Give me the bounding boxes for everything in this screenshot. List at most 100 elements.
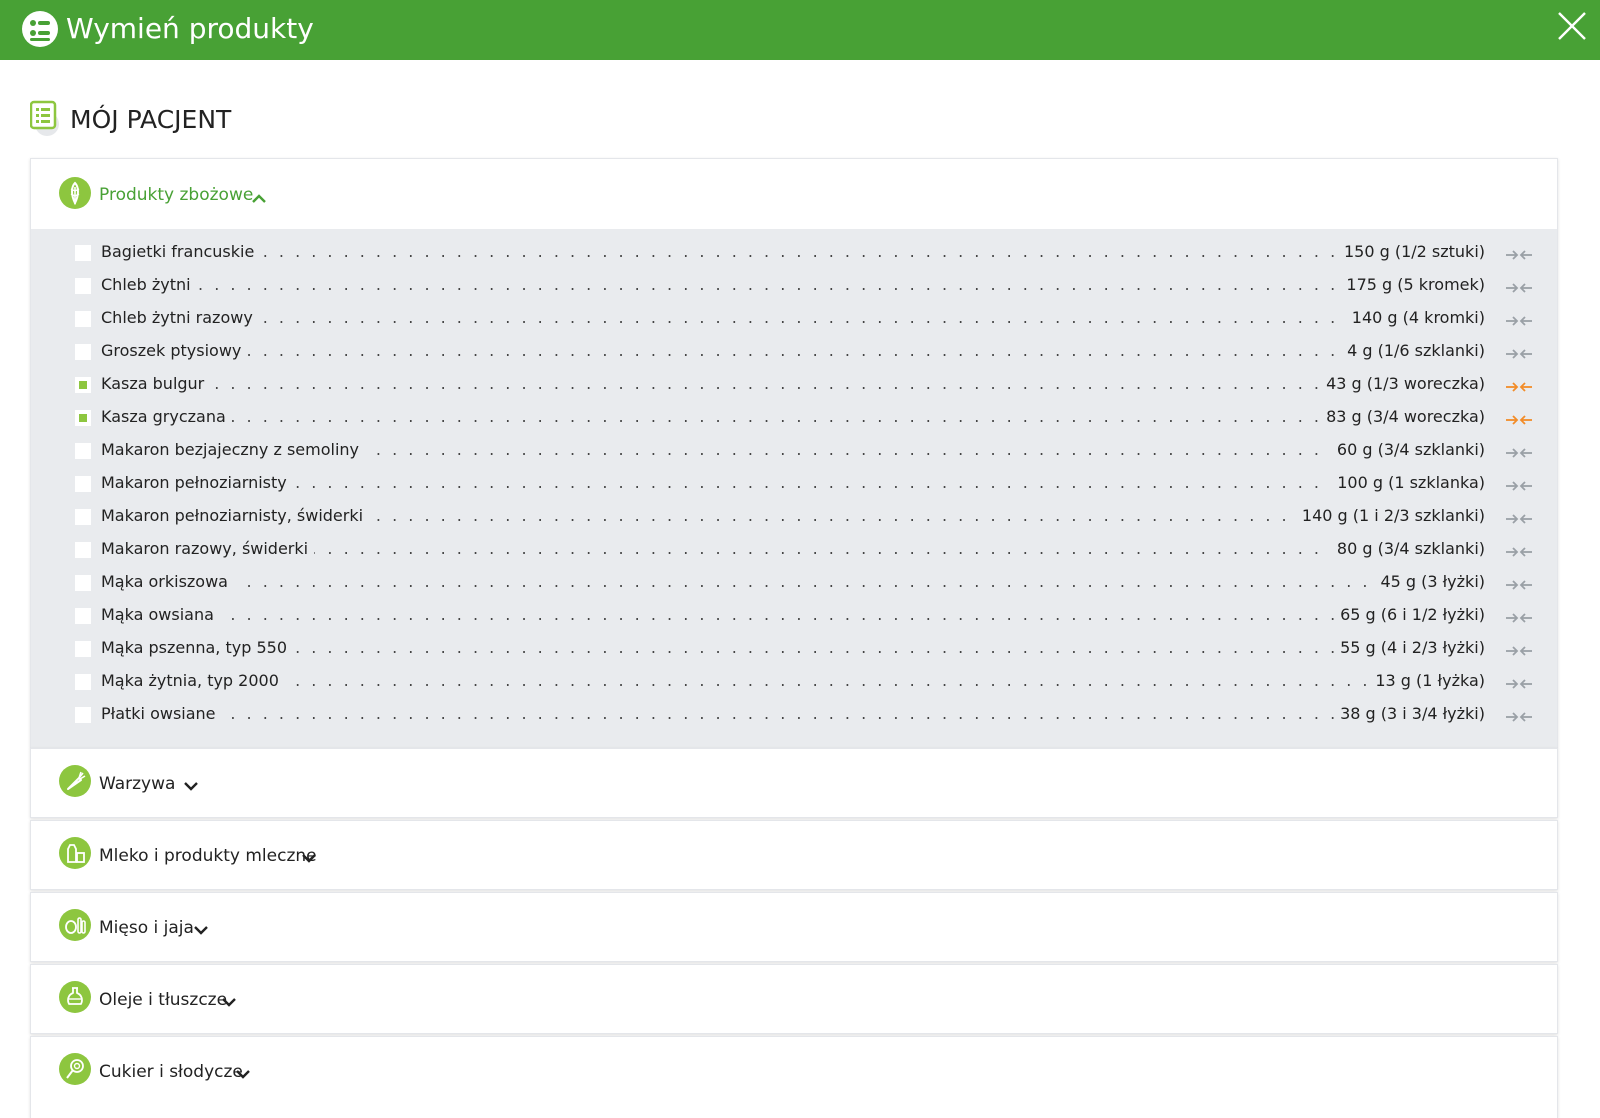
product-quantity: 45 g (3 łyżki) xyxy=(1374,571,1485,593)
modal-title: Wymień produkty xyxy=(66,12,314,45)
swap-arrows-icon[interactable] xyxy=(1505,544,1533,558)
swap-arrows-icon[interactable] xyxy=(1505,346,1533,360)
product-quantity: 4 g (1/6 szklanki) xyxy=(1341,340,1485,362)
product-quantity: 65 g (6 i 1/2 łyżki) xyxy=(1334,604,1485,626)
product-checkbox[interactable] xyxy=(75,245,91,261)
product-checkbox[interactable] xyxy=(75,608,91,624)
product-quantity: 55 g (4 i 2/3 łyżki) xyxy=(1334,637,1485,659)
product-checkbox[interactable] xyxy=(75,674,91,690)
swap-arrows-icon[interactable] xyxy=(1505,577,1533,591)
category-label: Oleje i tłuszcze xyxy=(99,990,228,1010)
swap-arrows-icon[interactable] xyxy=(1505,511,1533,525)
dotted-leader: . . . . . . . . . . . . . . . . . . . . … xyxy=(101,639,1485,657)
carrot-icon xyxy=(59,765,91,797)
category-label: Mleko i produkty mleczne xyxy=(99,846,317,866)
meat-icon xyxy=(59,909,91,941)
product-row: . . . . . . . . . . . . . . . . . . . . … xyxy=(31,699,1557,732)
product-name: Kasza bulgur xyxy=(101,373,211,395)
swap-arrows-icon[interactable] xyxy=(1505,412,1533,426)
product-checkbox[interactable] xyxy=(75,542,91,558)
product-checkbox[interactable] xyxy=(75,311,91,327)
product-row: . . . . . . . . . . . . . . . . . . . . … xyxy=(31,435,1557,468)
dotted-leader: . . . . . . . . . . . . . . . . . . . . … xyxy=(101,408,1485,426)
chevron-down-icon[interactable] xyxy=(301,849,317,863)
product-name: Groszek ptysiowy xyxy=(101,340,248,362)
category-toggle-meat[interactable]: Mięso i jaja xyxy=(31,893,1557,963)
product-quantity: 60 g (3/4 szklanki) xyxy=(1330,439,1485,461)
swap-arrows-icon[interactable] xyxy=(1505,247,1533,261)
product-quantity: 83 g (3/4 woreczka) xyxy=(1320,406,1485,428)
product-row: . . . . . . . . . . . . . . . . . . . . … xyxy=(31,468,1557,501)
category-panel-sweets: Cukier i słodycze xyxy=(30,1036,1558,1118)
swap-arrows-icon[interactable] xyxy=(1505,643,1533,657)
category-panel-meat: Mięso i jaja xyxy=(30,892,1558,962)
category-label: Mięso i jaja xyxy=(99,918,194,938)
product-quantity: 150 g (1/2 sztuki) xyxy=(1337,241,1485,263)
product-name: Makaron pełnoziarnisty xyxy=(101,472,293,494)
swap-arrows-icon[interactable] xyxy=(1505,445,1533,459)
product-checkbox[interactable] xyxy=(75,641,91,657)
product-name: Mąka owsiana xyxy=(101,604,220,626)
product-name: Kasza gryczana xyxy=(101,406,232,428)
product-checkbox[interactable] xyxy=(75,410,91,426)
product-quantity: 38 g (3 i 3/4 łyżki) xyxy=(1334,703,1485,725)
swap-arrows-icon[interactable] xyxy=(1505,709,1533,723)
product-quantity: 140 g (1 i 2/3 szklanki) xyxy=(1295,505,1485,527)
dotted-leader: . . . . . . . . . . . . . . . . . . . . … xyxy=(101,474,1485,492)
category-toggle-dairy[interactable]: Mleko i produkty mleczne xyxy=(31,821,1557,891)
swap-arrows-icon[interactable] xyxy=(1505,313,1533,327)
product-name: Chleb żytni xyxy=(101,274,197,296)
product-checkbox[interactable] xyxy=(75,509,91,525)
dotted-leader: . . . . . . . . . . . . . . . . . . . . … xyxy=(101,375,1485,393)
product-row: . . . . . . . . . . . . . . . . . . . . … xyxy=(31,534,1557,567)
product-quantity: 100 g (1 szklanka) xyxy=(1331,472,1485,494)
product-checkbox[interactable] xyxy=(75,377,91,393)
dotted-leader: . . . . . . . . . . . . . . . . . . . . … xyxy=(101,309,1485,327)
category-toggle-oils[interactable]: Oleje i tłuszcze xyxy=(31,965,1557,1035)
swap-arrows-icon[interactable] xyxy=(1505,280,1533,294)
product-row: . . . . . . . . . . . . . . . . . . . . … xyxy=(31,270,1557,303)
product-row: . . . . . . . . . . . . . . . . . . . . … xyxy=(31,336,1557,369)
list-swap-icon xyxy=(22,11,58,47)
category-label: Cukier i słodycze xyxy=(99,1062,243,1082)
swap-arrows-icon[interactable] xyxy=(1505,676,1533,690)
product-checkbox[interactable] xyxy=(75,344,91,360)
product-quantity: 175 g (5 kromek) xyxy=(1340,274,1485,296)
category-toggle-grains[interactable]: Produkty zbożowe xyxy=(31,159,1557,229)
chevron-down-icon[interactable] xyxy=(193,921,209,935)
chevron-down-icon[interactable] xyxy=(183,777,199,791)
chevron-up-icon[interactable] xyxy=(251,189,267,203)
product-name: Makaron razowy, świderki xyxy=(101,538,315,560)
product-checkbox[interactable] xyxy=(75,575,91,591)
product-list: . . . . . . . . . . . . . . . . . . . . … xyxy=(31,229,1557,751)
product-checkbox[interactable] xyxy=(75,476,91,492)
milk-icon xyxy=(59,837,91,869)
patient-card-icon xyxy=(29,100,64,138)
product-row: . . . . . . . . . . . . . . . . . . . . … xyxy=(31,600,1557,633)
dotted-leader: . . . . . . . . . . . . . . . . . . . . … xyxy=(101,342,1485,360)
product-name: Mąka orkiszowa xyxy=(101,571,234,593)
category-label: Produkty zbożowe xyxy=(99,185,254,205)
swap-arrows-icon[interactable] xyxy=(1505,379,1533,393)
chevron-down-icon[interactable] xyxy=(235,1065,251,1079)
close-icon[interactable] xyxy=(1556,10,1588,42)
product-row: . . . . . . . . . . . . . . . . . . . . … xyxy=(31,633,1557,666)
product-checkbox[interactable] xyxy=(75,278,91,294)
product-quantity: 13 g (1 łyżka) xyxy=(1369,670,1485,692)
swap-arrows-icon[interactable] xyxy=(1505,478,1533,492)
dotted-leader: . . . . . . . . . . . . . . . . . . . . … xyxy=(101,243,1485,261)
swap-arrows-icon[interactable] xyxy=(1505,610,1533,624)
lollipop-icon xyxy=(59,1053,91,1085)
chevron-down-icon[interactable] xyxy=(221,993,237,1007)
product-name: Mąka pszenna, typ 550 xyxy=(101,637,293,659)
product-row: . . . . . . . . . . . . . . . . . . . . … xyxy=(31,666,1557,699)
category-toggle-sweets[interactable]: Cukier i słodycze xyxy=(31,1037,1557,1107)
category-label: Warzywa xyxy=(99,774,176,794)
category-toggle-vegetables[interactable]: Warzywa xyxy=(31,749,1557,819)
product-name: Makaron pełnoziarnisty, świderki xyxy=(101,505,370,527)
product-quantity: 80 g (3/4 szklanki) xyxy=(1330,538,1485,560)
dotted-leader: . . . . . . . . . . . . . . . . . . . . … xyxy=(101,276,1485,294)
product-checkbox[interactable] xyxy=(75,707,91,723)
product-row: . . . . . . . . . . . . . . . . . . . . … xyxy=(31,567,1557,600)
product-checkbox[interactable] xyxy=(75,443,91,459)
